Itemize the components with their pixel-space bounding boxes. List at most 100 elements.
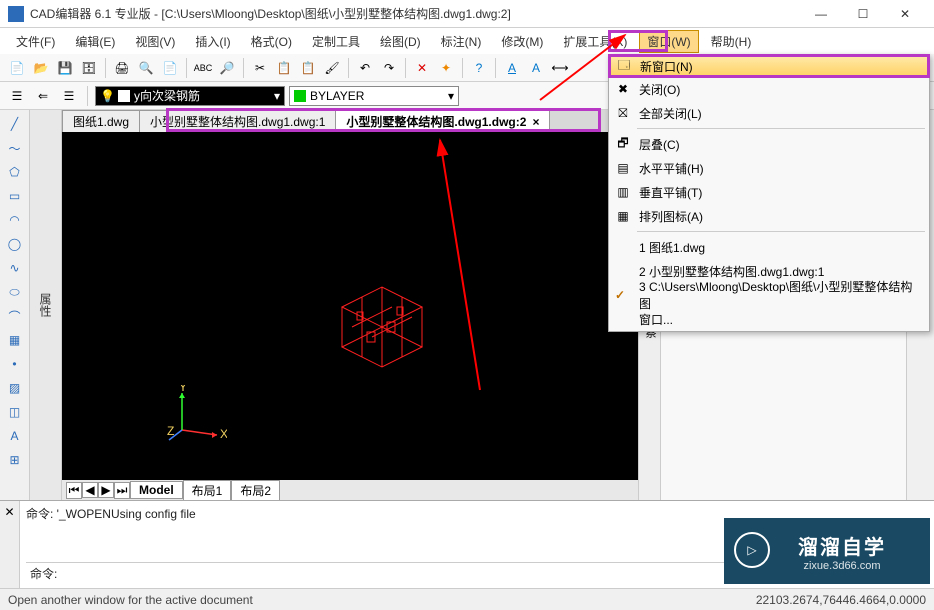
status-coords: 22103.2674,76446.4664,0.0000 (756, 593, 926, 607)
layer-color-swatch (118, 90, 130, 102)
menu-windows-more[interactable]: 窗口... (609, 307, 929, 331)
menu-format[interactable]: 格式(O) (243, 30, 300, 53)
ucs-axis-icon: X Y Z (167, 385, 227, 445)
menu-window[interactable]: 窗口(W) (639, 30, 698, 53)
layout-next-icon[interactable]: ▶ (98, 482, 114, 498)
watermark-brand: 溜溜自学 (798, 531, 886, 560)
layer-dropdown[interactable]: 💡 y向次梁钢筋 ▾ (95, 86, 285, 106)
menu-annotate[interactable]: 标注(N) (433, 30, 490, 53)
polyline-icon[interactable]: 〜 (5, 138, 25, 158)
line-icon[interactable]: ╱ (5, 114, 25, 134)
maximize-button[interactable]: ☐ (842, 0, 884, 28)
window-menu-dropdown: 🗔 新窗口(N) ✖ 关闭(O) ⛝ 全部关闭(L) 🗗 层叠(C) ▤ 水平平… (608, 54, 930, 332)
menu-draw[interactable]: 绘图(D) (372, 30, 429, 53)
save-icon[interactable]: 💾 (54, 57, 76, 79)
layout-prev-icon[interactable]: ◀ (82, 482, 98, 498)
paste-icon[interactable]: 📋 (297, 57, 319, 79)
erase-icon[interactable]: ✕ (411, 57, 433, 79)
block-insert-icon[interactable]: ▦ (5, 330, 25, 350)
copy-icon[interactable]: 📋 (273, 57, 295, 79)
model-wireframe (322, 267, 442, 377)
dim-style-icon[interactable]: ⟷ (549, 57, 571, 79)
layer-manager-icon[interactable]: ☰ (6, 85, 28, 107)
print-icon[interactable]: 🖨 (111, 57, 133, 79)
close-window-icon: ✖ (615, 81, 631, 97)
text-icon[interactable]: A (525, 57, 547, 79)
watermark-overlay: ▷ 溜溜自学 zixue.3d66.com (724, 518, 930, 584)
doc-tab-3-active[interactable]: 小型别墅整体结构图.dwg1.dwg:2× (335, 110, 550, 132)
save-all-icon[interactable]: 🗄 (78, 57, 100, 79)
current-layer-name: y向次梁钢筋 (134, 87, 200, 104)
play-icon: ▷ (734, 532, 770, 568)
app-icon (8, 6, 24, 22)
layout-tab-1[interactable]: 布局1 (183, 480, 232, 501)
tile-v-icon: ▥ (615, 184, 631, 200)
layout-first-icon[interactable]: ⏮ (66, 482, 82, 499)
properties-panel-tab[interactable]: 属性 (30, 110, 62, 500)
status-hint: Open another window for the active docum… (8, 593, 253, 607)
menu-extend-tools[interactable]: 扩展工具(X) (555, 30, 635, 53)
help-icon[interactable]: ? (468, 57, 490, 79)
doc-path: [C:\Users\Mloong\Desktop\图纸\小型别墅整体结构图.dw… (161, 7, 510, 21)
menu-custom-tools[interactable]: 定制工具 (304, 30, 368, 53)
plot-icon[interactable]: 📄 (159, 57, 181, 79)
bylayer-label: BYLAYER (310, 89, 364, 103)
doc-tab-2[interactable]: 小型别墅整体结构图.dwg1.dwg:1 (139, 110, 336, 132)
undo-icon[interactable]: ↶ (354, 57, 376, 79)
spline-icon[interactable]: ∿ (5, 258, 25, 278)
menu-edit[interactable]: 编辑(E) (67, 30, 123, 53)
command-prompt: 命令: (30, 565, 57, 582)
menu-tile-vertical[interactable]: ▥ 垂直平铺(T) (609, 180, 929, 204)
layer-state-icon[interactable]: ☰ (58, 85, 80, 107)
arc-icon[interactable]: ◠ (5, 210, 25, 230)
tab-close-icon[interactable]: × (532, 115, 539, 129)
app-name: CAD编辑器 6.1 专业版 (30, 7, 151, 21)
region-icon[interactable]: ◫ (5, 402, 25, 422)
menu-insert[interactable]: 插入(I) (187, 30, 238, 53)
drawing-area: 图纸1.dwg 小型别墅整体结构图.dwg1.dwg:1 小型别墅整体结构图.d… (62, 110, 638, 500)
ellipse-icon[interactable]: ⬭ (5, 282, 25, 302)
menu-close-all[interactable]: ⛝ 全部关闭(L) (609, 101, 929, 125)
new-icon[interactable]: 📄 (6, 57, 28, 79)
menu-new-window[interactable]: 🗔 新窗口(N) (609, 55, 929, 77)
layout-tab-2[interactable]: 布局2 (231, 480, 280, 501)
menu-window-1[interactable]: 1 图纸1.dwg (609, 235, 929, 259)
doc-tab-1[interactable]: 图纸1.dwg (62, 110, 140, 132)
explode-icon[interactable]: ✦ (435, 57, 457, 79)
color-dropdown[interactable]: BYLAYER ▾ (289, 86, 459, 106)
redo-icon[interactable]: ↷ (378, 57, 400, 79)
menu-modify[interactable]: 修改(M) (493, 30, 551, 53)
menu-help[interactable]: 帮助(H) (703, 30, 760, 53)
viewport[interactable]: X Y Z (62, 132, 638, 480)
menu-arrange-icons[interactable]: ▦ 排列图标(A) (609, 204, 929, 228)
close-button[interactable]: ✕ (884, 0, 926, 28)
ellipse-arc-icon[interactable]: ⌒ (5, 306, 25, 326)
text-style-icon[interactable]: A (501, 57, 523, 79)
menu-close-window[interactable]: ✖ 关闭(O) (609, 77, 929, 101)
spell-check-icon[interactable]: ABC (192, 57, 214, 79)
menu-cascade[interactable]: 🗗 层叠(C) (609, 132, 929, 156)
circle-icon[interactable]: ◯ (5, 234, 25, 254)
window-title: CAD编辑器 6.1 专业版 - [C:\Users\Mloong\Deskto… (30, 5, 800, 22)
minimize-button[interactable]: — (800, 0, 842, 28)
cut-icon[interactable]: ✂ (249, 57, 271, 79)
point-icon[interactable]: • (5, 354, 25, 374)
menu-tile-horizontal[interactable]: ▤ 水平平铺(H) (609, 156, 929, 180)
find-icon[interactable]: 🔎 (216, 57, 238, 79)
polygon-icon[interactable]: ⬠ (5, 162, 25, 182)
print-preview-icon[interactable]: 🔍 (135, 57, 157, 79)
text-icon[interactable]: A (5, 426, 25, 446)
layout-tab-model[interactable]: Model (130, 481, 183, 499)
viewport-icon[interactable]: ⊞ (5, 450, 25, 470)
layer-prev-icon[interactable]: ⇐ (32, 85, 54, 107)
svg-text:Z: Z (167, 424, 174, 438)
layout-last-icon[interactable]: ⏭ (114, 482, 130, 499)
match-prop-icon[interactable]: 🖌 (321, 57, 343, 79)
menu-view[interactable]: 视图(V) (127, 30, 183, 53)
menu-window-3[interactable]: ✓ 3 C:\Users\Mloong\Desktop\图纸\小型别墅整体结构图 (609, 283, 929, 307)
open-icon[interactable]: 📂 (30, 57, 52, 79)
command-close-icon[interactable]: ✕ (0, 501, 20, 588)
menu-file[interactable]: 文件(F) (8, 30, 63, 53)
hatch-icon[interactable]: ▨ (5, 378, 25, 398)
rectangle-icon[interactable]: ▭ (5, 186, 25, 206)
